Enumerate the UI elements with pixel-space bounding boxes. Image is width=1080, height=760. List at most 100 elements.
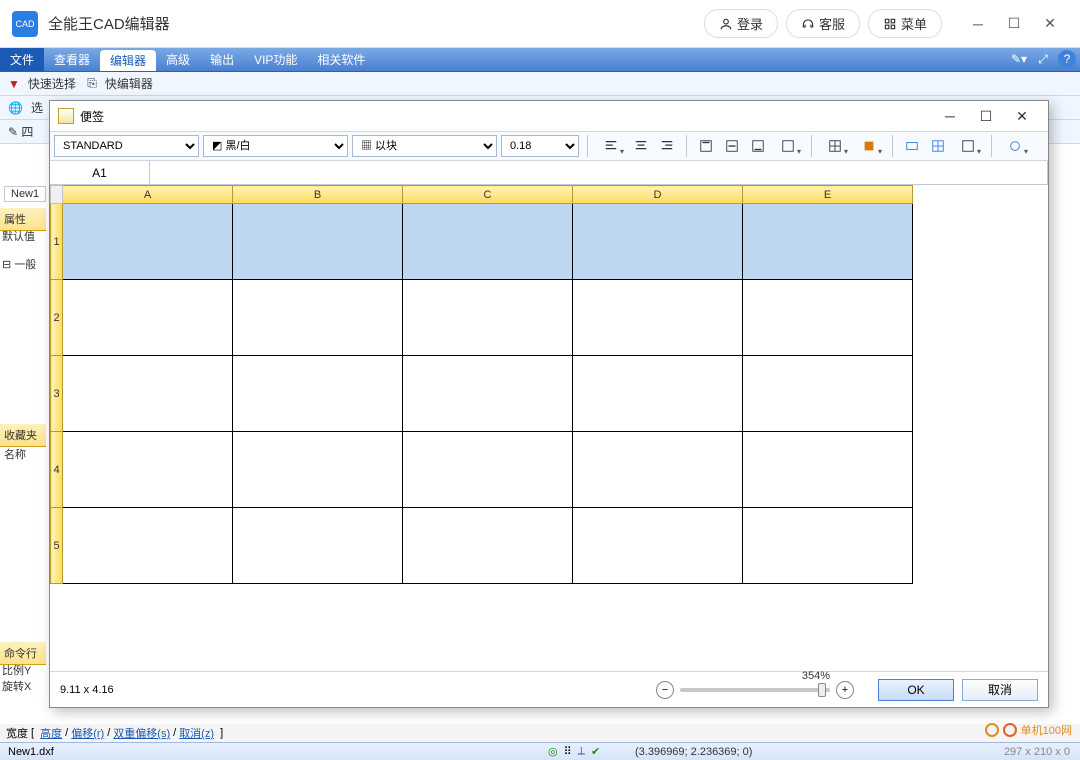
user-icon <box>719 17 733 31</box>
col-E[interactable]: E <box>743 186 913 204</box>
cell[interactable] <box>573 204 743 280</box>
cell[interactable] <box>233 204 403 280</box>
valign-menu-button[interactable] <box>773 135 803 157</box>
cell[interactable] <box>403 508 573 584</box>
cell-ref[interactable]: A1 <box>50 161 150 184</box>
login-button[interactable]: 登录 <box>704 9 778 38</box>
cell[interactable] <box>63 204 233 280</box>
cell[interactable] <box>573 356 743 432</box>
col-D[interactable]: D <box>573 186 743 204</box>
height-link[interactable]: 高度 <box>40 725 62 741</box>
align-top-button[interactable] <box>695 135 717 157</box>
polar-icon[interactable]: ✔ <box>591 745 600 758</box>
cell[interactable] <box>743 280 913 356</box>
cancel-button[interactable]: 取消 <box>962 679 1038 701</box>
row-2[interactable]: 2 <box>51 280 63 356</box>
zoom-label: 354% <box>802 670 830 682</box>
color-select[interactable]: ◩ 黑/白 <box>203 135 348 157</box>
doc-tab[interactable]: New1 <box>4 186 46 202</box>
dialog-maximize-button[interactable]: ☐ <box>968 108 1004 125</box>
tab-related[interactable]: 相关软件 <box>307 48 375 71</box>
row-5[interactable]: 5 <box>51 508 63 584</box>
dialog-title: 便签 <box>80 108 104 125</box>
cell[interactable] <box>233 356 403 432</box>
align-bottom-button[interactable] <box>747 135 769 157</box>
align-left-button[interactable] <box>596 135 626 157</box>
cell[interactable] <box>233 280 403 356</box>
close-button[interactable]: ✕ <box>1032 10 1068 38</box>
service-button[interactable]: 客服 <box>786 9 860 38</box>
zoom-in-button[interactable]: + <box>836 681 854 699</box>
maximize-button[interactable]: ☐ <box>996 10 1032 38</box>
row-4[interactable]: 4 <box>51 432 63 508</box>
cell[interactable] <box>63 280 233 356</box>
select-all-corner[interactable] <box>51 186 63 204</box>
align-middle-button[interactable] <box>721 135 743 157</box>
merge-cells-button[interactable] <box>901 135 923 157</box>
tab-advanced[interactable]: 高级 <box>156 48 200 71</box>
table-dialog: 便签 ─ ☐ ✕ STANDARD ◩ 黑/白 ▦ 以块 0.18 A1 <box>49 100 1049 708</box>
sheet-area[interactable]: A B C D E 1 2 3 4 5 <box>50 185 1048 671</box>
quick-edit-label[interactable]: 快编辑器 <box>105 75 153 92</box>
border-grid-button[interactable] <box>820 135 850 157</box>
quick-select-label[interactable]: 快速选择 <box>28 75 76 92</box>
double-offset-link[interactable]: 双重偏移(s) <box>113 725 170 741</box>
zoom-thumb[interactable] <box>818 683 826 697</box>
row-1[interactable]: 1 <box>51 204 63 280</box>
tab-editor[interactable]: 编辑器 <box>100 50 156 71</box>
lineweight-select[interactable]: 0.18 <box>501 135 579 157</box>
insert-button[interactable] <box>1000 135 1030 157</box>
dialog-toolbar: STANDARD ◩ 黑/白 ▦ 以块 0.18 <box>50 131 1048 161</box>
cell[interactable] <box>403 204 573 280</box>
style-select[interactable]: STANDARD <box>54 135 199 157</box>
general-label[interactable]: ⊟ 一般 <box>2 256 36 272</box>
align-right-button[interactable] <box>656 135 678 157</box>
ortho-icon[interactable]: ⟂ <box>578 745 585 758</box>
grid-dots-icon[interactable]: ⠿ <box>564 745 572 758</box>
select-label[interactable]: 选 <box>31 99 43 116</box>
cell[interactable] <box>63 508 233 584</box>
favorites-header[interactable]: 收藏夹 <box>0 424 46 447</box>
cell[interactable] <box>743 204 913 280</box>
tab-vip[interactable]: VIP功能 <box>244 48 307 71</box>
zoom-out-button[interactable]: − <box>656 681 674 699</box>
unmerge-cells-button[interactable] <box>927 135 949 157</box>
offset-link[interactable]: 偏移(r) <box>71 725 104 741</box>
zoom-slider[interactable]: 354% <box>680 688 830 692</box>
cell[interactable] <box>743 432 913 508</box>
tab-output[interactable]: 输出 <box>200 48 244 71</box>
cancel-link[interactable]: 取消(z) <box>179 725 214 741</box>
dialog-minimize-button[interactable]: ─ <box>932 108 968 124</box>
fill-color-button[interactable] <box>854 135 884 157</box>
tab-file[interactable]: 文件 <box>0 48 44 71</box>
tab-viewer[interactable]: 查看器 <box>44 48 100 71</box>
cell[interactable] <box>403 432 573 508</box>
layer-select[interactable]: ▦ 以块 <box>352 135 497 157</box>
cell[interactable] <box>233 508 403 584</box>
menu-button[interactable]: 菜单 <box>868 9 942 38</box>
help-icon[interactable]: ? <box>1058 50 1076 68</box>
cell[interactable] <box>573 508 743 584</box>
align-center-h-button[interactable] <box>630 135 652 157</box>
cell-format-button[interactable] <box>953 135 983 157</box>
cell[interactable] <box>63 432 233 508</box>
cell[interactable] <box>573 432 743 508</box>
col-B[interactable]: B <box>233 186 403 204</box>
cell[interactable] <box>63 356 233 432</box>
col-A[interactable]: A <box>63 186 233 204</box>
dialog-close-button[interactable]: ✕ <box>1004 108 1040 125</box>
minimize-button[interactable]: ─ <box>960 10 996 38</box>
cell[interactable] <box>403 280 573 356</box>
ok-button[interactable]: OK <box>878 679 954 701</box>
cell[interactable] <box>743 508 913 584</box>
col-C[interactable]: C <box>403 186 573 204</box>
cell[interactable] <box>743 356 913 432</box>
customize-icon[interactable]: ✎▾ <box>1010 50 1028 68</box>
cell[interactable] <box>573 280 743 356</box>
formula-bar[interactable] <box>150 161 1048 184</box>
osnap-icon[interactable]: ◎ <box>548 745 558 758</box>
cell[interactable] <box>233 432 403 508</box>
cell[interactable] <box>403 356 573 432</box>
expand-icon[interactable]: ⤢ <box>1034 50 1052 68</box>
row-3[interactable]: 3 <box>51 356 63 432</box>
